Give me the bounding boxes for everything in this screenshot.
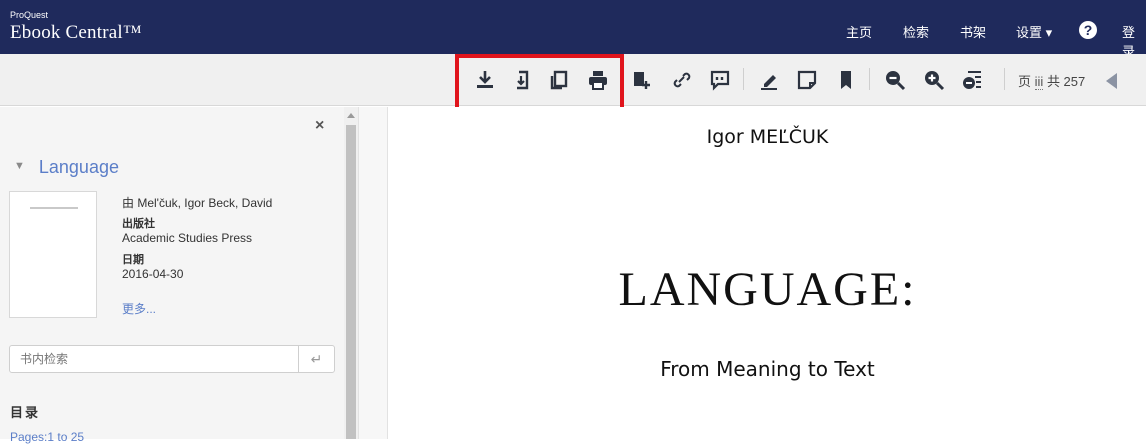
in-book-search-input[interactable] [20,352,290,366]
date-value: 2016-04-30 [122,267,184,281]
highlight-icon[interactable] [757,68,781,92]
search-submit-icon[interactable]: ↵ [298,346,334,372]
in-book-search: ↵ [9,345,335,373]
page-prefix: 页 [1018,74,1032,89]
publisher-value: Academic Studies Press [122,231,253,245]
nav-settings[interactable]: 设置 ▾ [1016,22,1052,41]
zoom-out-icon[interactable] [883,68,907,92]
cite-icon[interactable] [708,68,732,92]
scrollbar-thumb[interactable] [346,125,356,439]
brand-ebook-central[interactable]: Ebook Central™ [10,22,142,44]
page-author: Igor MEĽČUK [706,126,829,148]
date-label: 日期 [122,254,144,266]
sidebar-scrollbar[interactable] [344,107,358,439]
page-gutter [358,107,388,439]
page-settings-icon[interactable] [961,68,985,92]
cover-text-line [30,207,78,209]
nav-search[interactable]: 检索 [903,22,929,41]
page-current-input[interactable]: iii [1034,74,1044,90]
close-sidebar-icon[interactable]: × [315,117,324,135]
toc-heading: 目录 [10,405,41,420]
zoom-in-icon[interactable] [922,68,946,92]
link-icon[interactable] [669,68,693,92]
page-indicator: 页 iii 共 257 [1018,71,1085,90]
nav-bookshelf[interactable]: 书架 [960,22,986,41]
help-icon[interactable]: ? [1079,21,1097,39]
toolbar-divider [869,68,870,90]
page-title: LANGUAGE: [618,263,917,316]
add-to-bookshelf-icon[interactable] [630,68,654,92]
book-cover-thumbnail[interactable] [9,191,97,318]
brand-proquest: ProQuest [10,10,49,20]
more-details-link[interactable]: 更多... [122,300,156,317]
top-header: ProQuest Ebook Central™ 主页 检索 书架 设置 ▾ ? … [0,0,1146,59]
toc-item[interactable]: Pages:1 to 25 [10,430,84,444]
sidebar-book-title: Language [38,157,119,177]
note-icon[interactable] [795,68,819,92]
toolbar-divider [743,68,744,90]
book-authors: 由 Mel'čuk, Igor Beck, David [122,196,273,210]
nav-home[interactable]: 主页 [846,22,872,41]
page-subtitle: From Meaning to Text [660,357,875,381]
collapse-triangle-icon: ▼ [14,160,25,172]
publisher-label: 出版社 [122,218,155,230]
previous-page-arrow-icon[interactable] [1106,73,1117,89]
book-title-toggle[interactable]: ▼ Language [14,157,119,178]
highlight-annotation-box [455,54,624,114]
book-page: Igor MEĽČUK LANGUAGE: From Meaning to Te… [389,107,1146,439]
book-info-sidebar: × ▼ Language 由 Mel'čuk, Igor Beck, David … [0,107,344,444]
bookmark-icon[interactable] [834,68,858,92]
toolbar-divider [1004,68,1005,90]
scroll-up-arrow-icon[interactable] [347,113,355,118]
page-total: 共 257 [1046,74,1086,89]
